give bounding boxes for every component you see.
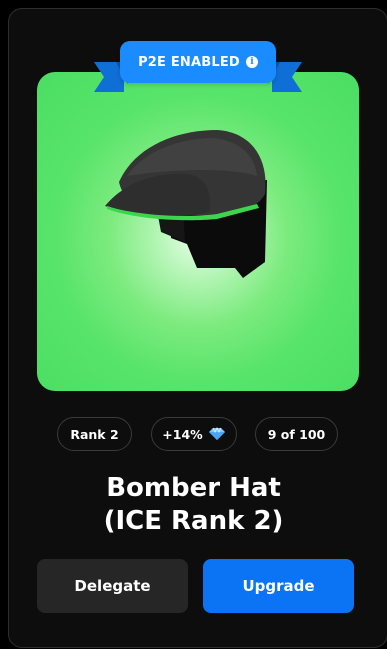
p2e-badge-label: P2E ENABLED: [138, 54, 240, 70]
item-title-name: Bomber Hat: [106, 473, 281, 503]
bonus-label: +14%: [162, 426, 203, 442]
item-title-subtitle: (ICE Rank 2): [103, 506, 284, 536]
item-title: Bomber Hat (ICE Rank 2): [0, 472, 387, 538]
hat-illustration: [105, 130, 267, 278]
stats-row: Rank 2 +14% 9 of 100: [0, 417, 387, 453]
rank-pill: Rank 2: [57, 417, 132, 451]
rank-label: Rank 2: [70, 426, 119, 442]
item-image: [37, 72, 359, 391]
upgrade-button[interactable]: Upgrade: [203, 559, 354, 613]
p2e-badge[interactable]: P2E ENABLED i: [120, 41, 276, 83]
supply-pill: 9 of 100: [255, 417, 338, 451]
info-icon[interactable]: i: [245, 56, 258, 68]
bonus-pill: +14%: [151, 417, 237, 451]
supply-label: 9 of 100: [267, 426, 326, 442]
delegate-button[interactable]: Delegate: [37, 559, 188, 613]
diamond-icon: [208, 427, 225, 440]
